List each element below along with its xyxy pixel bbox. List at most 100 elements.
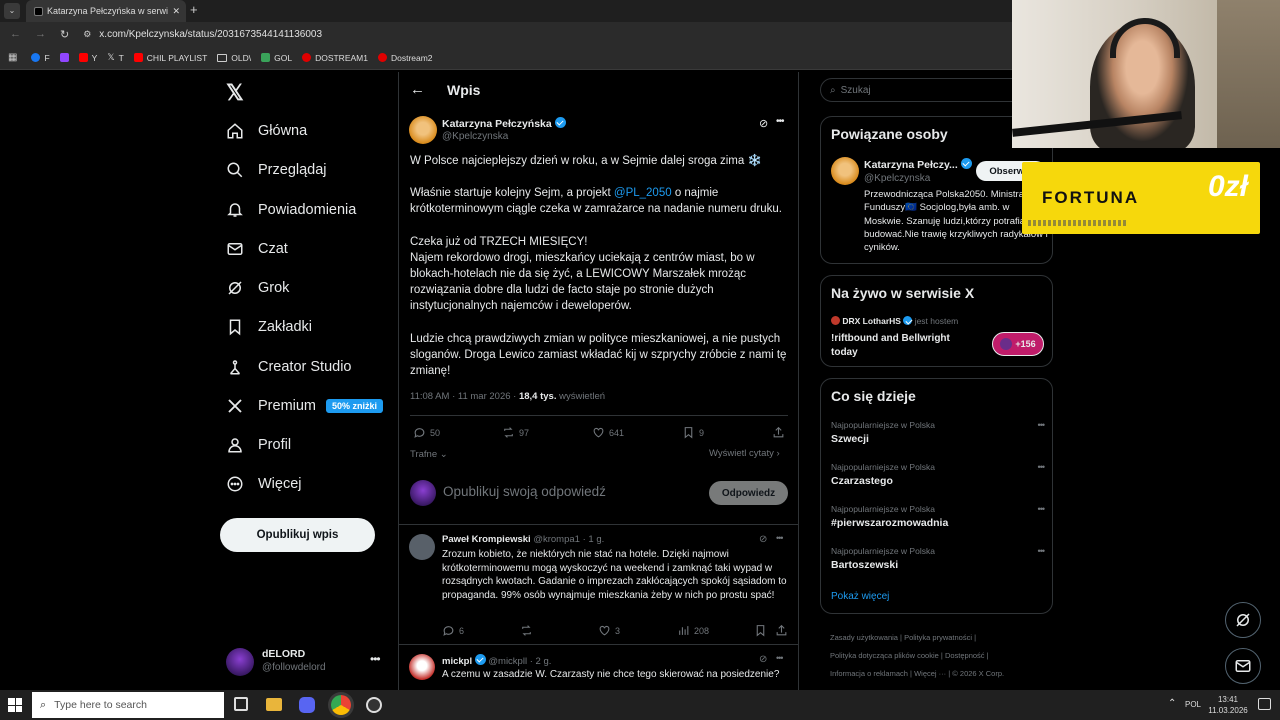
reply-handle[interactable]: @krompa1 (533, 534, 580, 545)
account-more-icon[interactable]: ••• (370, 652, 381, 666)
apps-icon[interactable]: ▦ (8, 52, 17, 63)
publish-post-button[interactable]: Opublikuj wpis (220, 518, 375, 552)
file-explorer-icon[interactable] (266, 698, 282, 711)
reply-action[interactable]: 50 (413, 426, 440, 439)
tray-chevron-icon[interactable]: ⌃ (1168, 698, 1176, 709)
nav-creator-studio[interactable]: Creator Studio (226, 355, 352, 379)
footer-link[interactable]: Dostępność (945, 651, 985, 660)
trend-item[interactable]: Najpopularniejsze w Polska #pierwszarozm… (831, 504, 1046, 529)
nav-notifications[interactable]: Powiadomienia (226, 198, 356, 222)
nav-explore[interactable]: Przeglądaj (226, 158, 327, 182)
footer-link[interactable]: Informacja o reklamach (830, 669, 908, 678)
reply-like-action[interactable]: 3 (598, 624, 620, 637)
reply-repost-action[interactable] (520, 624, 537, 637)
tab-close-icon[interactable]: ✕ (172, 6, 180, 17)
nav-chat[interactable]: Czat (226, 237, 288, 261)
reply-author[interactable]: mickpl (442, 656, 472, 667)
bookmark-dostream1[interactable]: DOSTREAM1 (302, 53, 368, 63)
related-handle[interactable]: @Kpelczynska (864, 173, 930, 184)
bookmark-chill[interactable]: CHIL PLAYLIST (133, 53, 207, 63)
tab-menu-button[interactable]: ⌄ (4, 3, 20, 19)
reply-more-icon[interactable]: ••• (776, 653, 784, 663)
x-logo-icon[interactable]: 𝕏 (226, 80, 244, 106)
start-button[interactable] (8, 698, 22, 712)
tweet-timestamp[interactable]: 11:08 AM · 11 mar 2026 · (410, 391, 519, 402)
url-field[interactable]: x.com/Kpelczynska/status/203167354414113… (99, 29, 322, 40)
forward-icon[interactable]: → (35, 28, 46, 40)
taskbar-search[interactable]: ⌕ Type here to search (32, 692, 224, 718)
back-icon[interactable]: ← (10, 28, 21, 40)
footer-link[interactable]: Zasady użytkowania (830, 633, 898, 642)
bookmark-gol[interactable]: GOL (261, 53, 292, 63)
new-tab-button[interactable]: + (190, 2, 198, 17)
trend-item[interactable]: Najpopularniejsze w Polska Bartoszewski … (831, 546, 1046, 571)
grok-explain-icon[interactable]: ⊘ (759, 534, 767, 545)
nav-more[interactable]: Więcej (226, 472, 302, 496)
reply-author[interactable]: Paweł Krompiewski (442, 534, 531, 545)
messages-float-button[interactable] (1225, 648, 1261, 684)
author-handle[interactable]: @Kpelczynska (442, 131, 508, 142)
mention-link[interactable]: @PL_2050 (614, 187, 672, 199)
author-avatar[interactable] (409, 116, 437, 144)
trend-more-icon[interactable]: ••• (1038, 462, 1046, 472)
view-quotes-link[interactable]: Wyświetl cytaty › (709, 448, 780, 459)
trend-more-icon[interactable]: ••• (1038, 546, 1046, 556)
bookmark-dostream2[interactable]: Dostream2 (377, 53, 433, 63)
back-arrow-icon[interactable]: ← (410, 81, 425, 98)
grok-float-button[interactable] (1225, 602, 1261, 638)
author-name-row[interactable]: Katarzyna Pełczyńska (442, 117, 566, 130)
share-action[interactable] (772, 426, 785, 439)
trend-more-icon[interactable]: ••• (1038, 420, 1046, 430)
sort-dropdown[interactable]: Trafne ⌄ (410, 449, 448, 460)
browser-tab[interactable]: Katarzyna Pełczyńska w serwisie X ✕ (26, 0, 186, 22)
task-view-icon[interactable] (234, 697, 248, 711)
taskbar-search-input[interactable]: Type here to search (54, 699, 147, 711)
related-avatar[interactable] (831, 157, 859, 185)
nav-grok[interactable]: Grok (226, 276, 289, 300)
nav-profile[interactable]: Profil (226, 433, 291, 457)
reply-reply-action[interactable]: 6 (442, 624, 464, 637)
reply-input[interactable]: Opublikuj swoją odpowiedź (443, 484, 606, 499)
reply-time[interactable]: · 2 g. (530, 656, 552, 667)
discord-icon[interactable] (299, 697, 315, 713)
live-text[interactable]: !riftbound and Bellwright today (831, 332, 966, 359)
trend-more-icon[interactable]: ••• (1038, 504, 1046, 514)
grok-explain-icon[interactable]: ⊘ (759, 117, 768, 130)
grok-explain-icon[interactable]: ⊘ (759, 654, 767, 665)
trend-item[interactable]: Najpopularniejsze w Polska Czarzastego •… (831, 462, 1046, 487)
notifications-icon[interactable] (1258, 698, 1271, 710)
tweet-more-icon[interactable]: ••• (776, 116, 784, 127)
footer-link[interactable]: Polityka dotycząca plików cookie (830, 651, 939, 660)
reload-icon[interactable]: ↻ (60, 28, 69, 41)
reply-views-action[interactable]: 208 (677, 624, 709, 637)
reply-avatar[interactable] (409, 534, 435, 560)
bookmark-t[interactable]: 𝕏T (107, 52, 123, 63)
search-input[interactable]: Szukaj (841, 85, 871, 96)
live-listeners-badge[interactable]: +156 (992, 332, 1044, 356)
reply-avatar[interactable] (409, 654, 435, 680)
reply-button[interactable]: Odpowiedz (709, 481, 788, 505)
language-indicator[interactable]: POL (1185, 700, 1201, 709)
obs-icon[interactable] (366, 697, 382, 713)
reply-share-action[interactable] (775, 624, 788, 637)
footer-link[interactable]: Polityka prywatności (904, 633, 972, 642)
site-info-icon[interactable]: ⚙ (83, 29, 91, 40)
nav-home[interactable]: Główna (226, 119, 307, 143)
reply-time[interactable]: · 1 g. (583, 534, 605, 545)
account-switcher[interactable]: dELORD @followdelord ••• (226, 646, 386, 678)
clock[interactable]: 13:41 11.03.2026 (1205, 694, 1251, 716)
repost-action[interactable]: 97 (502, 426, 529, 439)
bookmark-action[interactable]: 9 (682, 426, 704, 439)
bookmark-f[interactable]: F (31, 53, 50, 63)
nav-premium[interactable]: Premium 50% zniżki (226, 394, 384, 418)
footer-link[interactable]: Więcej ··· (914, 669, 946, 678)
like-action[interactable]: 641 (592, 426, 624, 439)
bookmark-old[interactable]: OLD\ (217, 53, 251, 63)
show-more-link[interactable]: Pokaż więcej (831, 591, 889, 602)
trend-item[interactable]: Najpopularniejsze w Polska Szwecji ••• (831, 420, 1046, 445)
live-host-row[interactable]: DRX LotharHS jest hostem (831, 316, 958, 326)
reply-bookmark-action[interactable] (754, 624, 767, 637)
nav-bookmarks[interactable]: Zakładki (226, 315, 312, 339)
related-name-row[interactable]: Katarzyna Pełczy... (864, 158, 972, 171)
bookmark-y[interactable]: Y (78, 53, 97, 63)
